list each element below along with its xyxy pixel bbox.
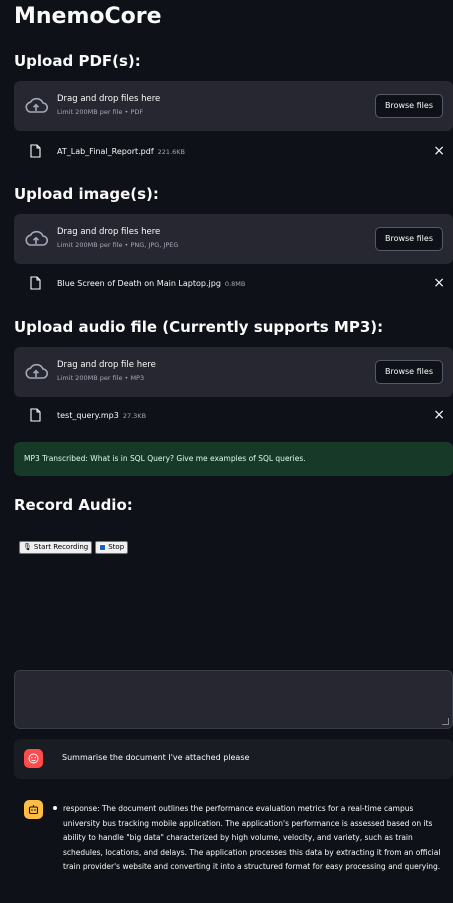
file-icon [30,144,41,158]
pdf-file-name: AT_Lab_Final_Report.pdf 221.6KB [57,147,185,156]
microphone-icon: 🎙 [23,543,32,551]
image-dropzone[interactable]: Drag and drop files here Limit 200MB per… [14,214,453,264]
stop-icon [99,544,107,551]
audio-file-name: test_query.mp3 27.3KB [57,411,146,420]
audio-file-name-text: test_query.mp3 [57,411,119,420]
cloud-upload-icon [25,230,48,246]
pdf-file-name-text: AT_Lab_Final_Report.pdf [57,147,154,156]
assistant-message: response: The document outlines the perf… [53,802,451,875]
cloud-upload-icon [25,97,48,113]
image-drop-text: Drag and drop files here [57,227,161,237]
image-browse-button[interactable]: Browse files [374,227,443,251]
file-icon [30,276,41,290]
user-message-text: Summarise the document I've attached ple… [62,753,250,762]
record-audio-heading: Record Audio: [14,496,133,514]
start-recording-label: Start Recording [33,543,89,551]
audio-limit-text: Limit 200MB per file • MP3 [57,374,145,382]
image-file-size: 0.8MB [224,280,246,288]
image-file-name: Blue Screen of Death on Main Laptop.jpg 0… [57,279,245,288]
app-page: MnemoCore Upload PDF(s): Drag and drop f… [0,0,453,903]
resize-handle-icon[interactable] [442,718,449,725]
transcription-success-alert: MP3 Transcribed: What is in SQL Query? G… [14,442,453,476]
image-file-name-text: Blue Screen of Death on Main Laptop.jpg [57,279,221,288]
file-icon [30,408,41,422]
image-remove-close-icon[interactable]: × [433,275,445,291]
audio-remove-close-icon[interactable]: × [433,407,445,423]
pdf-remove-close-icon[interactable]: × [433,143,445,159]
record-controls: 🎙 Start Recording Stop [19,541,129,554]
chat-input-textarea[interactable] [14,670,453,729]
audio-file-item: test_query.mp3 27.3KB × [14,406,453,428]
start-recording-button[interactable]: 🎙 Start Recording [19,541,93,554]
image-file-item: Blue Screen of Death on Main Laptop.jpg 0… [14,274,453,296]
audio-dropzone[interactable]: Drag and drop file here Limit 200MB per … [14,347,453,397]
pdf-file-size: 221.6KB [157,148,185,156]
transcription-text: MP3 Transcribed: What is in SQL Query? G… [24,454,306,463]
pdf-browse-button[interactable]: Browse files [374,94,443,118]
audio-upload-heading: Upload audio file (Currently supports MP… [14,318,384,336]
user-face-icon [24,749,43,768]
stop-recording-button[interactable]: Stop [95,541,129,554]
pdf-dropzone[interactable]: Drag and drop files here Limit 200MB per… [14,81,453,131]
audio-file-size: 27.3KB [122,412,147,420]
image-limit-text: Limit 200MB per file • PNG, JPG, JPEG [57,241,179,249]
image-upload-heading: Upload image(s): [14,185,159,203]
assistant-message-text: response: The document outlines the perf… [63,804,441,871]
pdf-file-item: AT_Lab_Final_Report.pdf 221.6KB × [14,142,453,164]
audio-browse-button[interactable]: Browse files [374,360,443,384]
app-title: MnemoCore [14,4,162,29]
stop-label: Stop [108,543,125,551]
audio-drop-text: Drag and drop file here [57,360,156,370]
pdf-drop-text: Drag and drop files here [57,94,161,104]
user-chat-message: Summarise the document I've attached ple… [14,739,453,779]
robot-icon [24,800,43,819]
pdf-upload-heading: Upload PDF(s): [14,52,141,70]
pdf-limit-text: Limit 200MB per file • PDF [57,108,144,116]
cloud-upload-icon [25,363,48,379]
